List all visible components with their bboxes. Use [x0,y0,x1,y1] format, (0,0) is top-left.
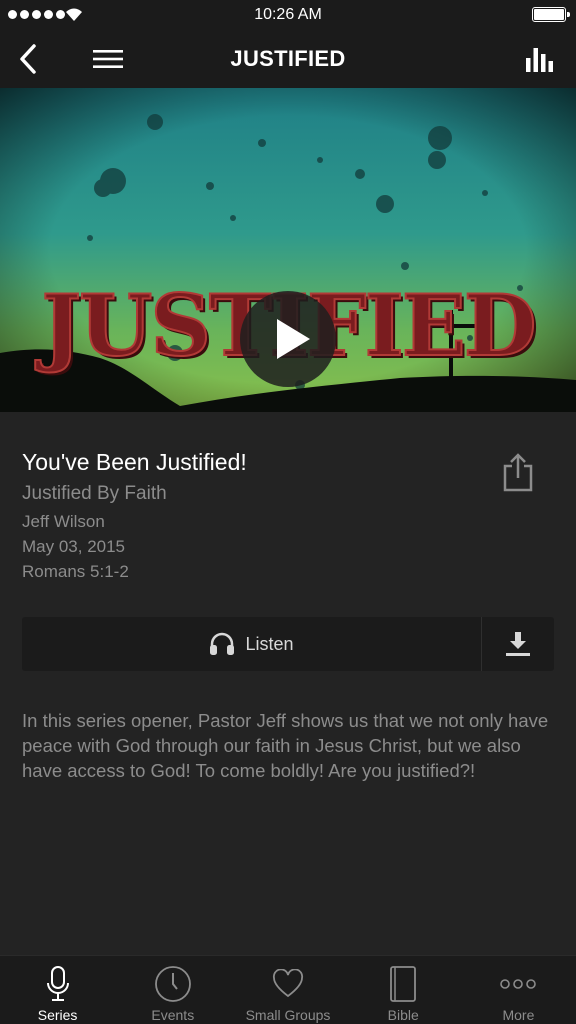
tab-series[interactable]: Series [0,956,115,1024]
tab-bible[interactable]: Bible [346,956,461,1024]
microphone-icon [46,966,69,1001]
bar-chart-icon [526,48,553,72]
download-icon [506,632,530,656]
speaker-name: Jeff Wilson [22,512,105,531]
tab-label: Series [37,1007,78,1023]
sermon-details: You've Been Justified! Justified By Fait… [22,448,482,584]
tab-small-groups[interactable]: Small Groups [230,956,345,1024]
download-button[interactable] [481,617,554,671]
scripture-reference: Romans 5:1-2 [22,562,129,581]
tab-more[interactable]: More [461,956,576,1024]
tab-label: More [502,1007,535,1023]
play-icon [277,319,310,359]
sermon-artwork: JUSTIFIED [0,88,576,412]
sermon-description: In this series opener, Pastor Jeff shows… [22,710,549,781]
back-button[interactable] [2,30,54,88]
sermon-title: You've Been Justified! [22,449,247,475]
book-icon [390,966,417,1002]
status-time: 10:26 AM [254,6,322,23]
stats-button[interactable] [514,30,566,88]
sermon-date: May 03, 2015 [22,537,126,556]
heart-icon [272,969,304,998]
listen-label: Listen [245,633,294,654]
tab-events[interactable]: Events [115,956,230,1024]
headphones-icon [210,632,235,655]
listen-button[interactable]: Listen [22,617,481,671]
page-title: JUSTIFIED [230,46,346,71]
share-button[interactable] [498,452,538,494]
media-actions: Listen [22,617,554,671]
share-icon [503,453,533,492]
hamburger-menu-icon [93,50,123,68]
series-name: Justified By Faith [22,483,167,504]
chevron-left-icon [20,44,36,74]
play-video-button[interactable] [240,291,336,387]
tab-bar: Series Events Small Groups Bible More [0,955,576,1024]
battery-icon [532,7,570,22]
more-icon [500,979,537,989]
clock-icon [154,966,191,1002]
tab-label: Events [151,1007,195,1023]
tab-label: Small Groups [245,1007,331,1023]
status-bar: 10:26 AM [0,0,576,30]
tab-label: Bible [387,1007,419,1023]
navigation-bar: JUSTIFIED [0,30,576,88]
